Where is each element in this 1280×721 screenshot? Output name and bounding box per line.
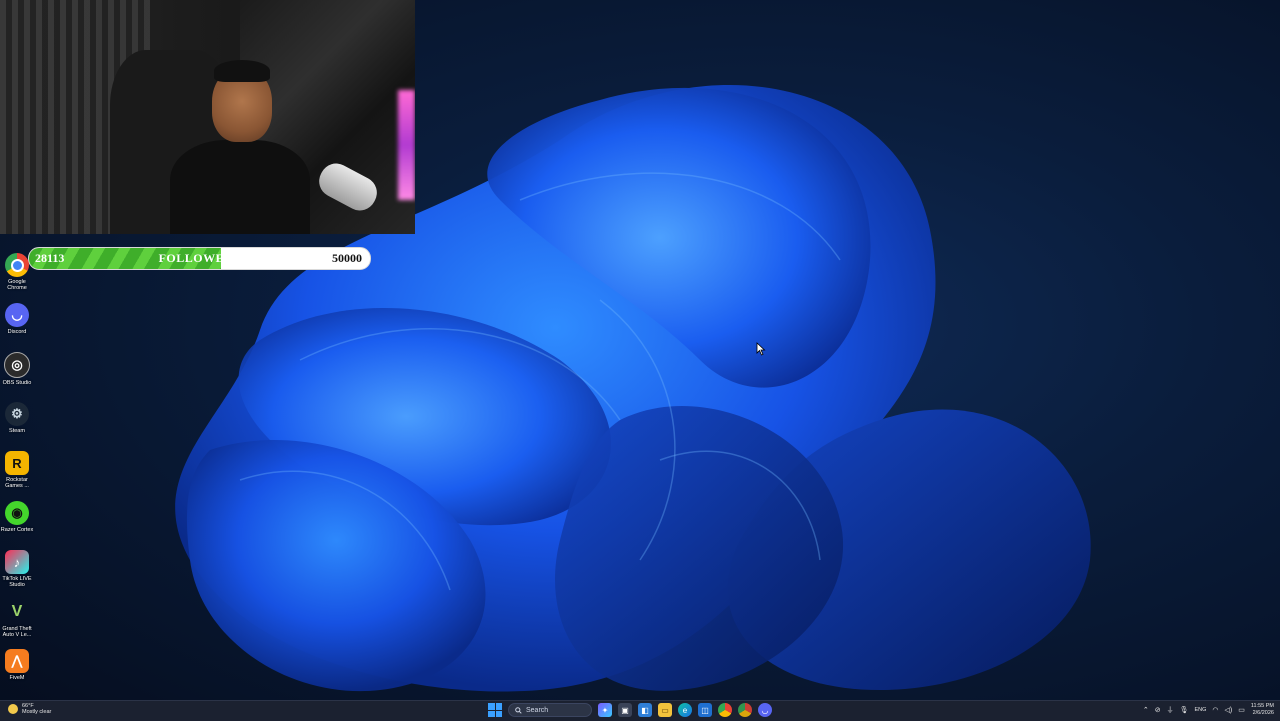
neon-light — [398, 90, 415, 200]
discord-taskbar-icon[interactable]: ◡ — [758, 703, 772, 717]
chrome-taskbar-icon[interactable] — [718, 703, 732, 717]
obs-icon: ◎ — [4, 352, 30, 378]
search-label: Search — [526, 706, 549, 714]
clock-time: 11:55 PM — [1250, 703, 1274, 709]
fivem-icon: ⋀ — [5, 649, 29, 673]
taskbar-search[interactable]: Search — [508, 703, 592, 717]
search-icon — [515, 706, 522, 714]
show-hidden-icons-chevron-icon[interactable]: ⌃ — [1143, 706, 1149, 714]
desktop-icon-label: Google Chrome — [7, 279, 27, 291]
gta-icon: V — [11, 603, 23, 620]
copilot-icon[interactable]: ✦ — [598, 703, 612, 717]
desktop-icon-razer[interactable]: ◉ Razer Cortex — [0, 501, 34, 533]
file-explorer-icon[interactable]: ▭ — [658, 703, 672, 717]
desktop-icon-discord[interactable]: ◡ Discord — [0, 303, 34, 335]
streamer-body — [170, 140, 310, 234]
mouse-cursor-icon — [756, 342, 766, 356]
razer-icon: ◉ — [5, 501, 29, 525]
desktop-icon-label: OBS Studio — [2, 380, 32, 386]
steam-icon: ⚙ — [5, 402, 29, 426]
desktop-icon-tiktok[interactable]: ♪ TikTok LIVE Studio — [0, 550, 34, 588]
battery-icon[interactable]: ▭ — [1238, 706, 1245, 714]
network-off-icon[interactable]: ⊘ — [1155, 706, 1161, 714]
chrome-icon — [5, 253, 29, 277]
streamer-hair — [214, 60, 270, 82]
desktop-icon-label: Razer Cortex — [0, 527, 34, 533]
follower-goal-target: 50000 — [332, 251, 362, 265]
desktop-icon-label: Steam — [9, 428, 25, 434]
desktop-icon-label: TikTok LIVE Studio — [2, 576, 32, 588]
desktop-icon-label: FiveM — [9, 675, 25, 681]
weather-widget[interactable]: 66°F Mostly clear — [8, 703, 51, 715]
desktop-icon-fivem[interactable]: ⋀ FiveM — [0, 649, 34, 681]
microphone-icon[interactable]: 🎙 — [1180, 706, 1189, 714]
start-button[interactable] — [488, 703, 502, 717]
follower-goal-bar: 28113 FOLLOWERS 50000 — [28, 247, 371, 270]
discord-icon: ◡ — [5, 303, 29, 327]
microsoft-store-icon[interactable]: ◫ — [698, 703, 712, 717]
weather-condition: Mostly clear — [22, 709, 52, 715]
tiktok-icon: ♪ — [5, 550, 29, 574]
desktop-icon-chrome[interactable]: Google Chrome — [0, 253, 34, 291]
rockstar-icon: R — [5, 451, 29, 475]
edge-icon[interactable]: e — [678, 703, 692, 717]
wifi-icon[interactable]: ◠ — [1212, 706, 1218, 714]
follower-goal-label: FOLLOWERS — [158, 251, 241, 265]
volume-icon[interactable]: ◁) — [1225, 706, 1233, 714]
chrome-alt-taskbar-icon[interactable] — [738, 703, 752, 717]
webcam-overlay — [0, 0, 415, 234]
desktop-icon-rockstar[interactable]: R Rockstar Games ... — [0, 451, 34, 489]
desktop-icon-label: Grand Theft Auto V Le... — [2, 626, 32, 638]
taskbar-center: Search ✦ ▣ ◧ ▭ e ◫ ◡ — [488, 703, 772, 717]
clock-date: 2/6/2026 — [1252, 710, 1274, 716]
language-indicator[interactable]: ENG — [1194, 707, 1206, 713]
weather-moon-icon — [8, 704, 18, 714]
taskbar: 66°F Mostly clear Search ✦ ▣ ◧ ▭ e ◫ ◡ ⌃… — [0, 700, 1280, 721]
task-view-icon[interactable]: ▣ — [618, 703, 632, 717]
taskbar-clock[interactable]: 11:55 PM 2/6/2026 — [1251, 703, 1274, 717]
desktop-icon-label: Discord — [7, 329, 27, 335]
system-tray: ⌃ ⊘ ⏚ 🎙 ENG ◠ ◁) ▭ 11:55 PM 2/6/2026 — [1143, 703, 1274, 717]
desktop-icon-obs[interactable]: ◎ OBS Studio — [0, 352, 34, 386]
desktop-icon-steam[interactable]: ⚙ Steam — [0, 402, 34, 434]
desktop-icon-gta[interactable]: V Grand Theft Auto V Le... — [0, 600, 34, 638]
widgets-icon[interactable]: ◧ — [638, 703, 652, 717]
usb-icon[interactable]: ⏚ — [1167, 705, 1174, 715]
desktop-icon-label: Rockstar Games ... — [5, 477, 29, 489]
